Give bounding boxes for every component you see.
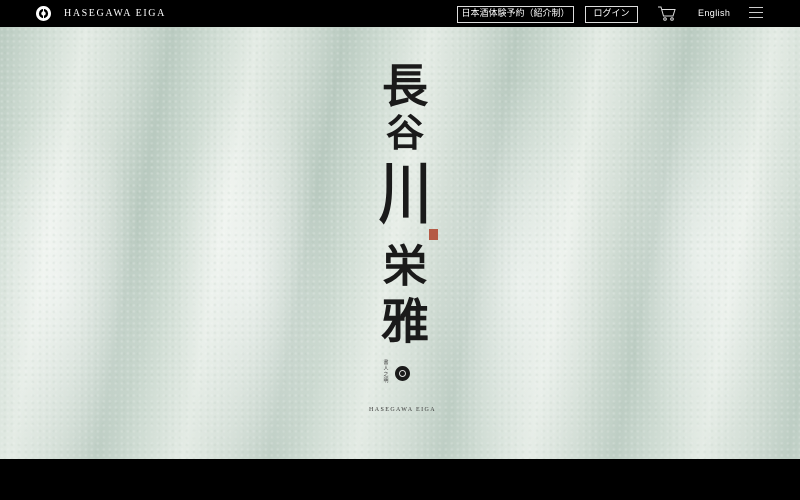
red-seal-stamp (429, 229, 438, 240)
login-button[interactable]: ログイン (585, 6, 638, 23)
brand-logo-link[interactable]: HASEGAWA EIGA (36, 5, 166, 22)
hamburger-menu-button[interactable] (749, 7, 763, 20)
brand-name: HASEGAWA EIGA (64, 8, 166, 19)
top-navigation-bar: HASEGAWA EIGA 日本酒体験予約（紹介制） ログイン English (0, 0, 800, 27)
hamburger-menu-icon (749, 7, 763, 18)
sake-experience-reservation-button[interactable]: 日本酒体験予約（紹介制） (457, 6, 574, 23)
family-crest-icon (395, 366, 410, 381)
calligraphy-char-3: 川 (378, 154, 431, 234)
bottom-black-bar (0, 459, 800, 500)
calligraphy-brand-title: 長 谷 川 栄 雅 (360, 50, 450, 350)
hero-subtitle: HASEGAWA EIGA (369, 407, 436, 413)
language-english-link[interactable]: English (698, 8, 730, 18)
calligraphy-char-5: 雅 (380, 294, 429, 350)
small-vertical-caption: 書 人 之 明 (383, 360, 389, 384)
brand-emblem-icon (36, 6, 51, 21)
cart-icon (658, 6, 676, 21)
cart-button[interactable] (657, 5, 677, 22)
